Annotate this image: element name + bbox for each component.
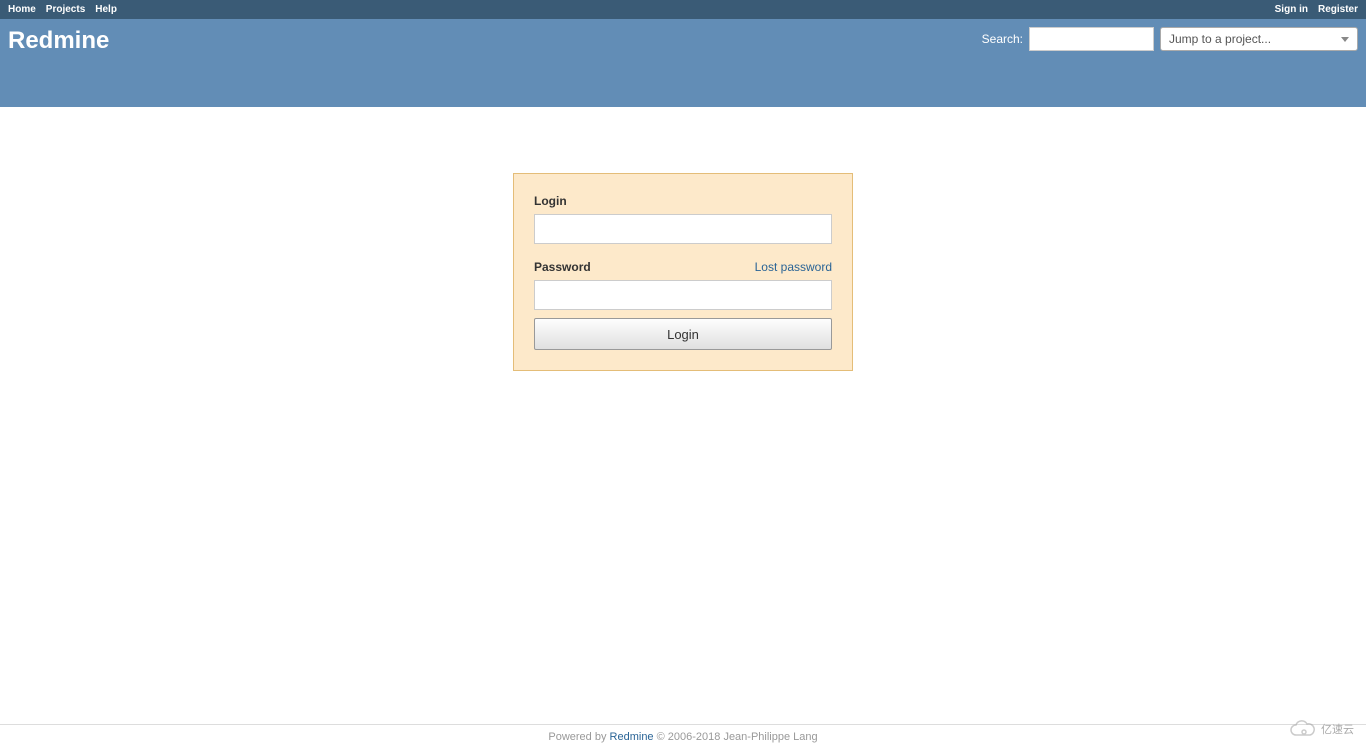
top-menu: Home Projects Help Sign in Register [0,0,1366,19]
project-dropdown-text: Jump to a project... [1169,32,1271,46]
watermark-text: 亿速云 [1321,721,1354,737]
password-label: Password [534,260,591,274]
footer-copyright: © 2006-2018 Jean-Philippe Lang [654,731,818,743]
top-menu-right: Sign in Register [1275,4,1358,15]
password-input[interactable] [534,280,832,310]
search-input[interactable] [1029,27,1154,51]
nav-home[interactable]: Home [8,4,36,15]
username-input[interactable] [534,214,832,244]
lost-password-link[interactable]: Lost password [755,260,832,274]
cloud-icon [1289,720,1317,738]
header-right: Search: Jump to a project... [982,27,1358,51]
login-label: Login [534,194,567,208]
search-label: Search: [982,32,1023,46]
content: Login Password Lost password Login [0,107,1366,371]
footer-powered: Powered by [548,731,609,743]
login-field-row: Login [534,194,832,244]
top-menu-left: Home Projects Help [8,4,117,15]
watermark: 亿速云 [1289,720,1354,738]
footer-redmine-link[interactable]: Redmine [610,731,654,743]
nav-help[interactable]: Help [95,4,117,15]
nav-register[interactable]: Register [1318,4,1358,15]
login-form: Login Password Lost password Login [513,173,853,371]
login-button[interactable]: Login [534,318,832,350]
header: Redmine Search: Jump to a project... [0,19,1366,107]
nav-projects[interactable]: Projects [46,4,85,15]
footer: Powered by Redmine © 2006-2018 Jean-Phil… [0,724,1366,743]
password-field-row: Password Lost password [534,260,832,310]
nav-signin[interactable]: Sign in [1275,4,1308,15]
project-jump-dropdown[interactable]: Jump to a project... [1160,27,1358,51]
chevron-down-icon [1341,37,1349,42]
